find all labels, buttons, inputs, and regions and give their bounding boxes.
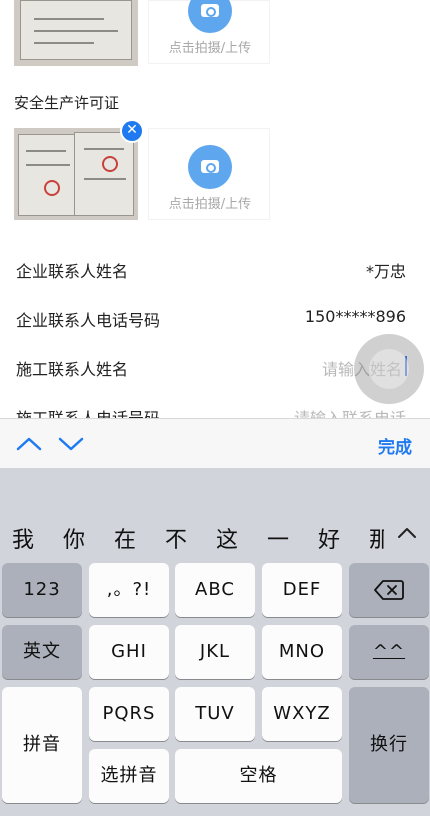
key-ghi[interactable]: GHI	[89, 625, 169, 679]
field-label: 施工联系人姓名	[16, 360, 129, 379]
key-punctuation[interactable]: ,。?!	[89, 563, 169, 617]
field-company-contact-phone[interactable]: 企业联系人电话号码 150*****896	[0, 294, 430, 342]
field-label: 施工联系人电话号码	[16, 405, 160, 418]
key-return[interactable]: 换行	[349, 687, 429, 803]
field-label: 企业联系人电话号码	[16, 311, 161, 330]
chevron-up-icon	[398, 528, 416, 538]
key-123[interactable]: 123	[2, 563, 82, 617]
expand-candidates-button[interactable]	[384, 504, 430, 564]
keyboard: 我 你 在 不 这 一 好 那 123 ,。?! ABC DEF 英文 GHI	[0, 468, 430, 816]
upload-prompt: 点击拍摄/上传	[168, 41, 252, 56]
upload-prompt: 点击拍摄/上传	[168, 197, 252, 212]
key-select-pinyin[interactable]: 选拼音	[89, 749, 169, 803]
candidate-word[interactable]: 一	[267, 522, 289, 554]
license-photo-1[interactable]	[14, 0, 138, 66]
keyboard-toolbar: 完成	[0, 418, 430, 468]
candidate-word[interactable]: 在	[114, 522, 136, 554]
key-pqrs[interactable]: PQRS	[89, 687, 169, 741]
chevron-down-icon[interactable]	[58, 431, 84, 457]
candidate-word[interactable]: 我	[12, 522, 34, 554]
space-key[interactable]: 空格	[175, 749, 342, 803]
candidate-word[interactable]: 不	[165, 522, 187, 554]
form-area: 点击拍摄/上传 安全生产许可证 ✕ 点击拍摄/上传 企业联系人姓名 *万忠 企业…	[0, 0, 430, 418]
screen: 点击拍摄/上传 安全生产许可证 ✕ 点击拍摄/上传 企业联系人姓名 *万忠 企业…	[0, 0, 430, 816]
upload-slot-2[interactable]: 点击拍摄/上传	[148, 128, 270, 220]
key-english[interactable]: 英文	[2, 625, 82, 679]
done-button[interactable]: 完成	[378, 433, 412, 458]
field-company-contact-name[interactable]: 企业联系人姓名 *万忠	[0, 245, 430, 293]
candidate-word[interactable]: 这	[216, 522, 238, 554]
field-value: 150*****896	[304, 307, 406, 326]
key-jkl[interactable]: JKL	[175, 625, 255, 679]
remove-photo-icon[interactable]: ✕	[120, 119, 144, 143]
candidate-bar: 我 你 在 不 这 一 好 那	[0, 504, 430, 564]
backspace-key[interactable]	[349, 563, 429, 617]
candidate-word[interactable]: 你	[63, 522, 85, 554]
license-photo-2[interactable]	[14, 128, 138, 220]
upload-slot-1[interactable]: 点击拍摄/上传	[148, 0, 270, 64]
camera-icon	[188, 145, 232, 189]
field-value: *万忠	[365, 262, 406, 281]
key-tuv[interactable]: TUV	[175, 687, 255, 741]
touch-indicator	[354, 334, 424, 404]
key-mno[interactable]: MNO	[262, 625, 342, 679]
key-wxyz[interactable]: WXYZ	[262, 687, 342, 741]
field-construction-contact-phone[interactable]: 施工联系人电话号码 请输入联系电话	[0, 392, 430, 418]
section-title-safety-license: 安全生产许可证	[14, 94, 120, 112]
phone-input[interactable]: 请输入联系电话	[294, 405, 406, 418]
backspace-icon	[374, 580, 404, 600]
key-pinyin[interactable]: 拼音	[2, 687, 82, 803]
chevron-up-icon[interactable]	[16, 431, 42, 457]
field-label: 企业联系人姓名	[16, 262, 129, 281]
key-def[interactable]: DEF	[262, 563, 342, 617]
key-abc[interactable]: ABC	[175, 563, 255, 617]
camera-icon	[188, 0, 232, 33]
candidate-word[interactable]: 好	[318, 522, 340, 554]
key-emoticon[interactable]: ^^	[349, 625, 429, 679]
